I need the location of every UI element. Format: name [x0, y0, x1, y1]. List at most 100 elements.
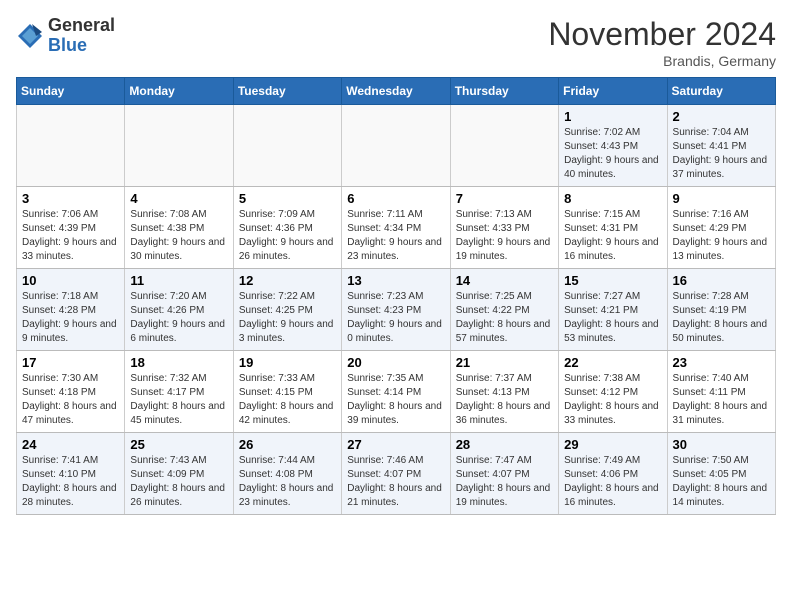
- calendar-cell: 4Sunrise: 7:08 AM Sunset: 4:38 PM Daylig…: [125, 187, 233, 269]
- day-number: 28: [456, 437, 553, 452]
- day-number: 20: [347, 355, 444, 370]
- calendar-cell: 14 Sunrise: 7:25 AM Sunset: 4:22 PM Dayli…: [450, 269, 558, 351]
- calendar-cell: 9Sunrise: 7:16 AM Sunset: 4:29 PM Daylig…: [667, 187, 775, 269]
- calendar-cell: 30 Sunrise: 7:50 AM Sunset: 4:05 PM Dayli…: [667, 433, 775, 515]
- day-number: 29: [564, 437, 661, 452]
- day-info: Sunrise: 7:44 AM Sunset: 4:08 PM Dayligh…: [239, 454, 336, 510]
- day-info: Sunrise: 7:49 AM Sunset: 4:06 PM Dayligh…: [564, 454, 661, 510]
- day-info: Sunrise: 7:38 AM Sunset: 4:12 PM Dayligh…: [564, 372, 661, 428]
- calendar-cell: 13Sunrise: 7:23 AM Sunset: 4:23 PM Dayli…: [342, 269, 450, 351]
- day-info: Sunrise: 7:46 AM Sunset: 4:07 PM Dayligh…: [347, 454, 444, 510]
- column-header-wednesday: Wednesday: [342, 78, 450, 105]
- day-info: Sunrise: 7:22 AM Sunset: 4:25 PM Dayligh…: [239, 290, 336, 346]
- calendar-cell: 3 Sunrise: 7:06 AM Sunset: 4:39 PM Daylig…: [17, 187, 125, 269]
- calendar-cell: 23 Sunrise: 7:40 AM Sunset: 4:11 PM Dayli…: [667, 351, 775, 433]
- day-number: 13: [347, 273, 444, 288]
- day-info: Sunrise: 7:40 AM Sunset: 4:11 PM Dayligh…: [673, 372, 770, 428]
- calendar-cell: 17Sunrise: 7:30 AM Sunset: 4:18 PM Dayli…: [17, 351, 125, 433]
- day-info: Sunrise: 7:13 AM Sunset: 4:33 PM Dayligh…: [456, 208, 553, 264]
- calendar-cell: 25 Sunrise: 7:43 AM Sunset: 4:09 PM Dayli…: [125, 433, 233, 515]
- day-info: Sunrise: 7:09 AM Sunset: 4:36 PM Dayligh…: [239, 208, 336, 264]
- calendar-cell: 19Sunrise: 7:33 AM Sunset: 4:15 PM Dayli…: [233, 351, 341, 433]
- column-header-tuesday: Tuesday: [233, 78, 341, 105]
- header-row: SundayMondayTuesdayWednesdayThursdayFrid…: [17, 78, 776, 105]
- calendar-cell: [125, 105, 233, 187]
- calendar-cell: 1Sunrise: 7:02 AM Sunset: 4:43 PM Daylig…: [559, 105, 667, 187]
- logo-blue: Blue: [48, 35, 87, 55]
- calendar-cell: [342, 105, 450, 187]
- day-info: Sunrise: 7:25 AM Sunset: 4:22 PM Dayligh…: [456, 290, 553, 346]
- day-number: 25: [130, 437, 227, 452]
- week-row-4: 17Sunrise: 7:30 AM Sunset: 4:18 PM Dayli…: [17, 351, 776, 433]
- day-number: 22: [564, 355, 661, 370]
- day-number: 30: [673, 437, 770, 452]
- calendar-cell: 26 Sunrise: 7:44 AM Sunset: 4:08 PM Dayli…: [233, 433, 341, 515]
- day-number: 5: [239, 191, 336, 206]
- column-header-thursday: Thursday: [450, 78, 558, 105]
- day-number: 15: [564, 273, 661, 288]
- calendar-cell: [233, 105, 341, 187]
- day-info: Sunrise: 7:06 AM Sunset: 4:39 PM Dayligh…: [22, 208, 119, 264]
- column-header-saturday: Saturday: [667, 78, 775, 105]
- day-number: 21: [456, 355, 553, 370]
- day-info: Sunrise: 7:27 AM Sunset: 4:21 PM Dayligh…: [564, 290, 661, 346]
- day-info: Sunrise: 7:43 AM Sunset: 4:09 PM Dayligh…: [130, 454, 227, 510]
- month-title: November 2024: [548, 16, 776, 53]
- column-header-sunday: Sunday: [17, 78, 125, 105]
- day-number: 18: [130, 355, 227, 370]
- day-number: 1: [564, 109, 661, 124]
- logo-icon: [16, 22, 44, 50]
- logo: General Blue: [16, 16, 115, 56]
- calendar-cell: [17, 105, 125, 187]
- calendar-cell: 28 Sunrise: 7:47 AM Sunset: 4:07 PM Dayli…: [450, 433, 558, 515]
- day-info: Sunrise: 7:35 AM Sunset: 4:14 PM Dayligh…: [347, 372, 444, 428]
- day-info: Sunrise: 7:20 AM Sunset: 4:26 PM Dayligh…: [130, 290, 227, 346]
- day-info: Sunrise: 7:47 AM Sunset: 4:07 PM Dayligh…: [456, 454, 553, 510]
- calendar-cell: 27 Sunrise: 7:46 AM Sunset: 4:07 PM Dayli…: [342, 433, 450, 515]
- calendar-cell: [450, 105, 558, 187]
- day-info: Sunrise: 7:16 AM Sunset: 4:29 PM Dayligh…: [673, 208, 770, 264]
- day-info: Sunrise: 7:11 AM Sunset: 4:34 PM Dayligh…: [347, 208, 444, 264]
- day-number: 14: [456, 273, 553, 288]
- calendar-cell: 12 Sunrise: 7:22 AM Sunset: 4:25 PM Dayli…: [233, 269, 341, 351]
- day-number: 12: [239, 273, 336, 288]
- week-row-5: 24Sunrise: 7:41 AM Sunset: 4:10 PM Dayli…: [17, 433, 776, 515]
- day-number: 2: [673, 109, 770, 124]
- day-number: 19: [239, 355, 336, 370]
- day-info: Sunrise: 7:15 AM Sunset: 4:31 PM Dayligh…: [564, 208, 661, 264]
- column-header-friday: Friday: [559, 78, 667, 105]
- logo-general: General: [48, 15, 115, 35]
- day-info: Sunrise: 7:04 AM Sunset: 4:41 PM Dayligh…: [673, 126, 770, 182]
- week-row-3: 10Sunrise: 7:18 AM Sunset: 4:28 PM Dayli…: [17, 269, 776, 351]
- day-info: Sunrise: 7:28 AM Sunset: 4:19 PM Dayligh…: [673, 290, 770, 346]
- day-number: 11: [130, 273, 227, 288]
- day-info: Sunrise: 7:50 AM Sunset: 4:05 PM Dayligh…: [673, 454, 770, 510]
- week-row-1: 1Sunrise: 7:02 AM Sunset: 4:43 PM Daylig…: [17, 105, 776, 187]
- calendar-table: SundayMondayTuesdayWednesdayThursdayFrid…: [16, 77, 776, 515]
- calendar-cell: 2 Sunrise: 7:04 AM Sunset: 4:41 PM Daylig…: [667, 105, 775, 187]
- day-info: Sunrise: 7:37 AM Sunset: 4:13 PM Dayligh…: [456, 372, 553, 428]
- day-info: Sunrise: 7:41 AM Sunset: 4:10 PM Dayligh…: [22, 454, 119, 510]
- calendar-cell: 15 Sunrise: 7:27 AM Sunset: 4:21 PM Dayli…: [559, 269, 667, 351]
- logo-text: General Blue: [48, 16, 115, 56]
- calendar-cell: 10Sunrise: 7:18 AM Sunset: 4:28 PM Dayli…: [17, 269, 125, 351]
- calendar-cell: 20 Sunrise: 7:35 AM Sunset: 4:14 PM Dayli…: [342, 351, 450, 433]
- day-number: 7: [456, 191, 553, 206]
- day-number: 10: [22, 273, 119, 288]
- calendar-cell: 16 Sunrise: 7:28 AM Sunset: 4:19 PM Dayli…: [667, 269, 775, 351]
- day-number: 23: [673, 355, 770, 370]
- day-number: 4: [130, 191, 227, 206]
- day-number: 3: [22, 191, 119, 206]
- week-row-2: 3 Sunrise: 7:06 AM Sunset: 4:39 PM Daylig…: [17, 187, 776, 269]
- day-info: Sunrise: 7:30 AM Sunset: 4:18 PM Dayligh…: [22, 372, 119, 428]
- day-number: 27: [347, 437, 444, 452]
- day-number: 16: [673, 273, 770, 288]
- day-number: 26: [239, 437, 336, 452]
- day-number: 8: [564, 191, 661, 206]
- calendar-cell: 18 Sunrise: 7:32 AM Sunset: 4:17 PM Dayli…: [125, 351, 233, 433]
- calendar-cell: 8 Sunrise: 7:15 AM Sunset: 4:31 PM Daylig…: [559, 187, 667, 269]
- calendar-cell: 24Sunrise: 7:41 AM Sunset: 4:10 PM Dayli…: [17, 433, 125, 515]
- calendar-cell: 22 Sunrise: 7:38 AM Sunset: 4:12 PM Dayli…: [559, 351, 667, 433]
- day-number: 6: [347, 191, 444, 206]
- day-info: Sunrise: 7:32 AM Sunset: 4:17 PM Dayligh…: [130, 372, 227, 428]
